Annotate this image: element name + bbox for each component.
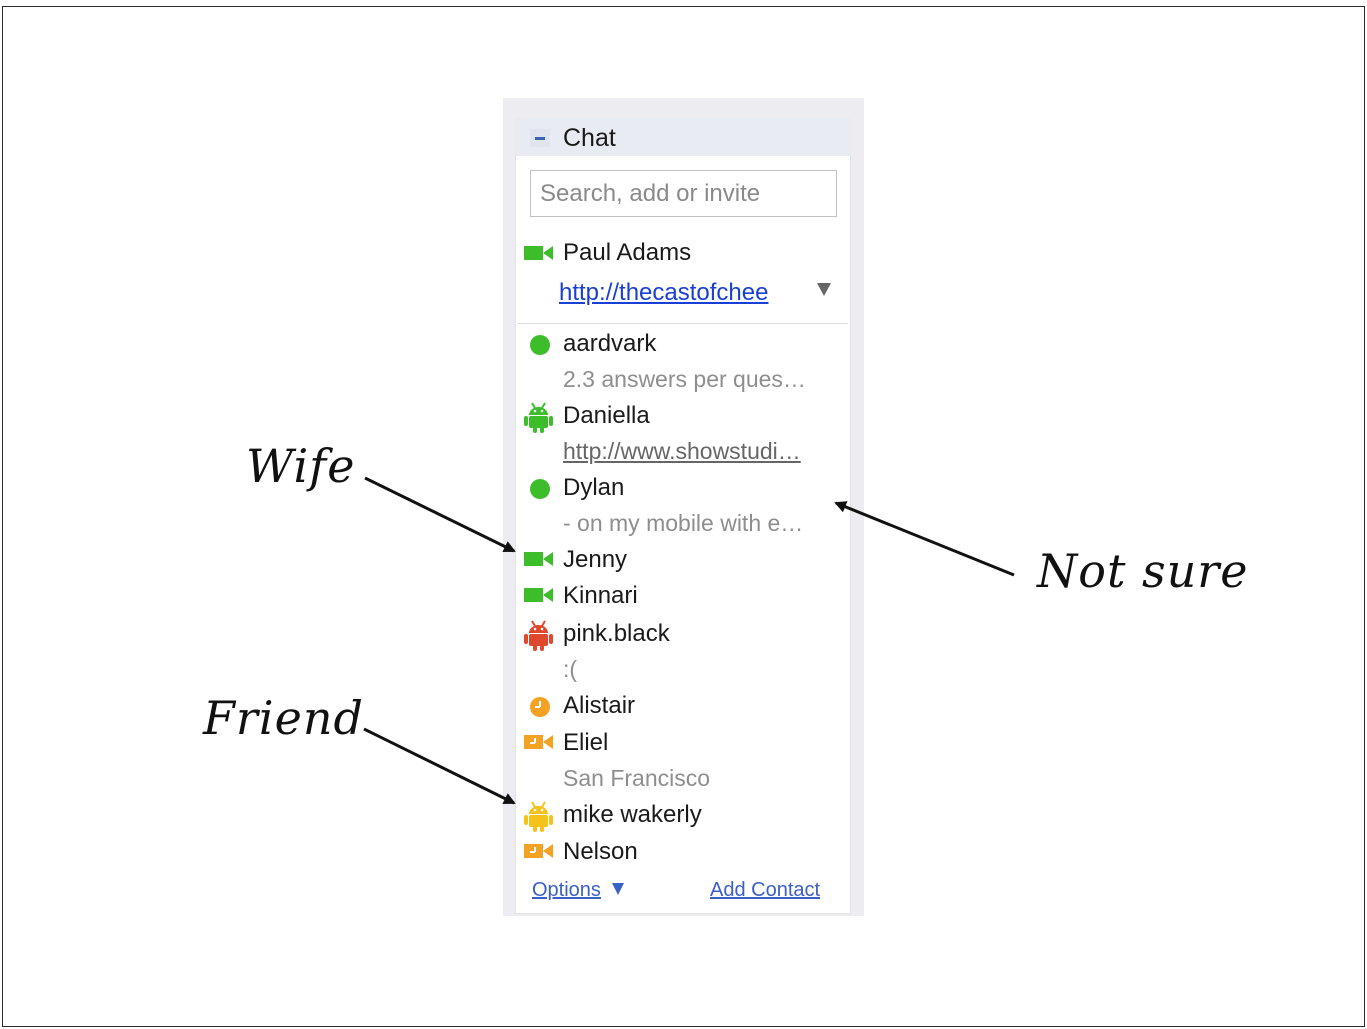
annotation-arrows — [363, 476, 1015, 805]
arrow-to-mike — [363, 727, 516, 805]
arrow-to-dylan — [834, 501, 1015, 577]
arrow-to-jenny — [364, 476, 516, 553]
